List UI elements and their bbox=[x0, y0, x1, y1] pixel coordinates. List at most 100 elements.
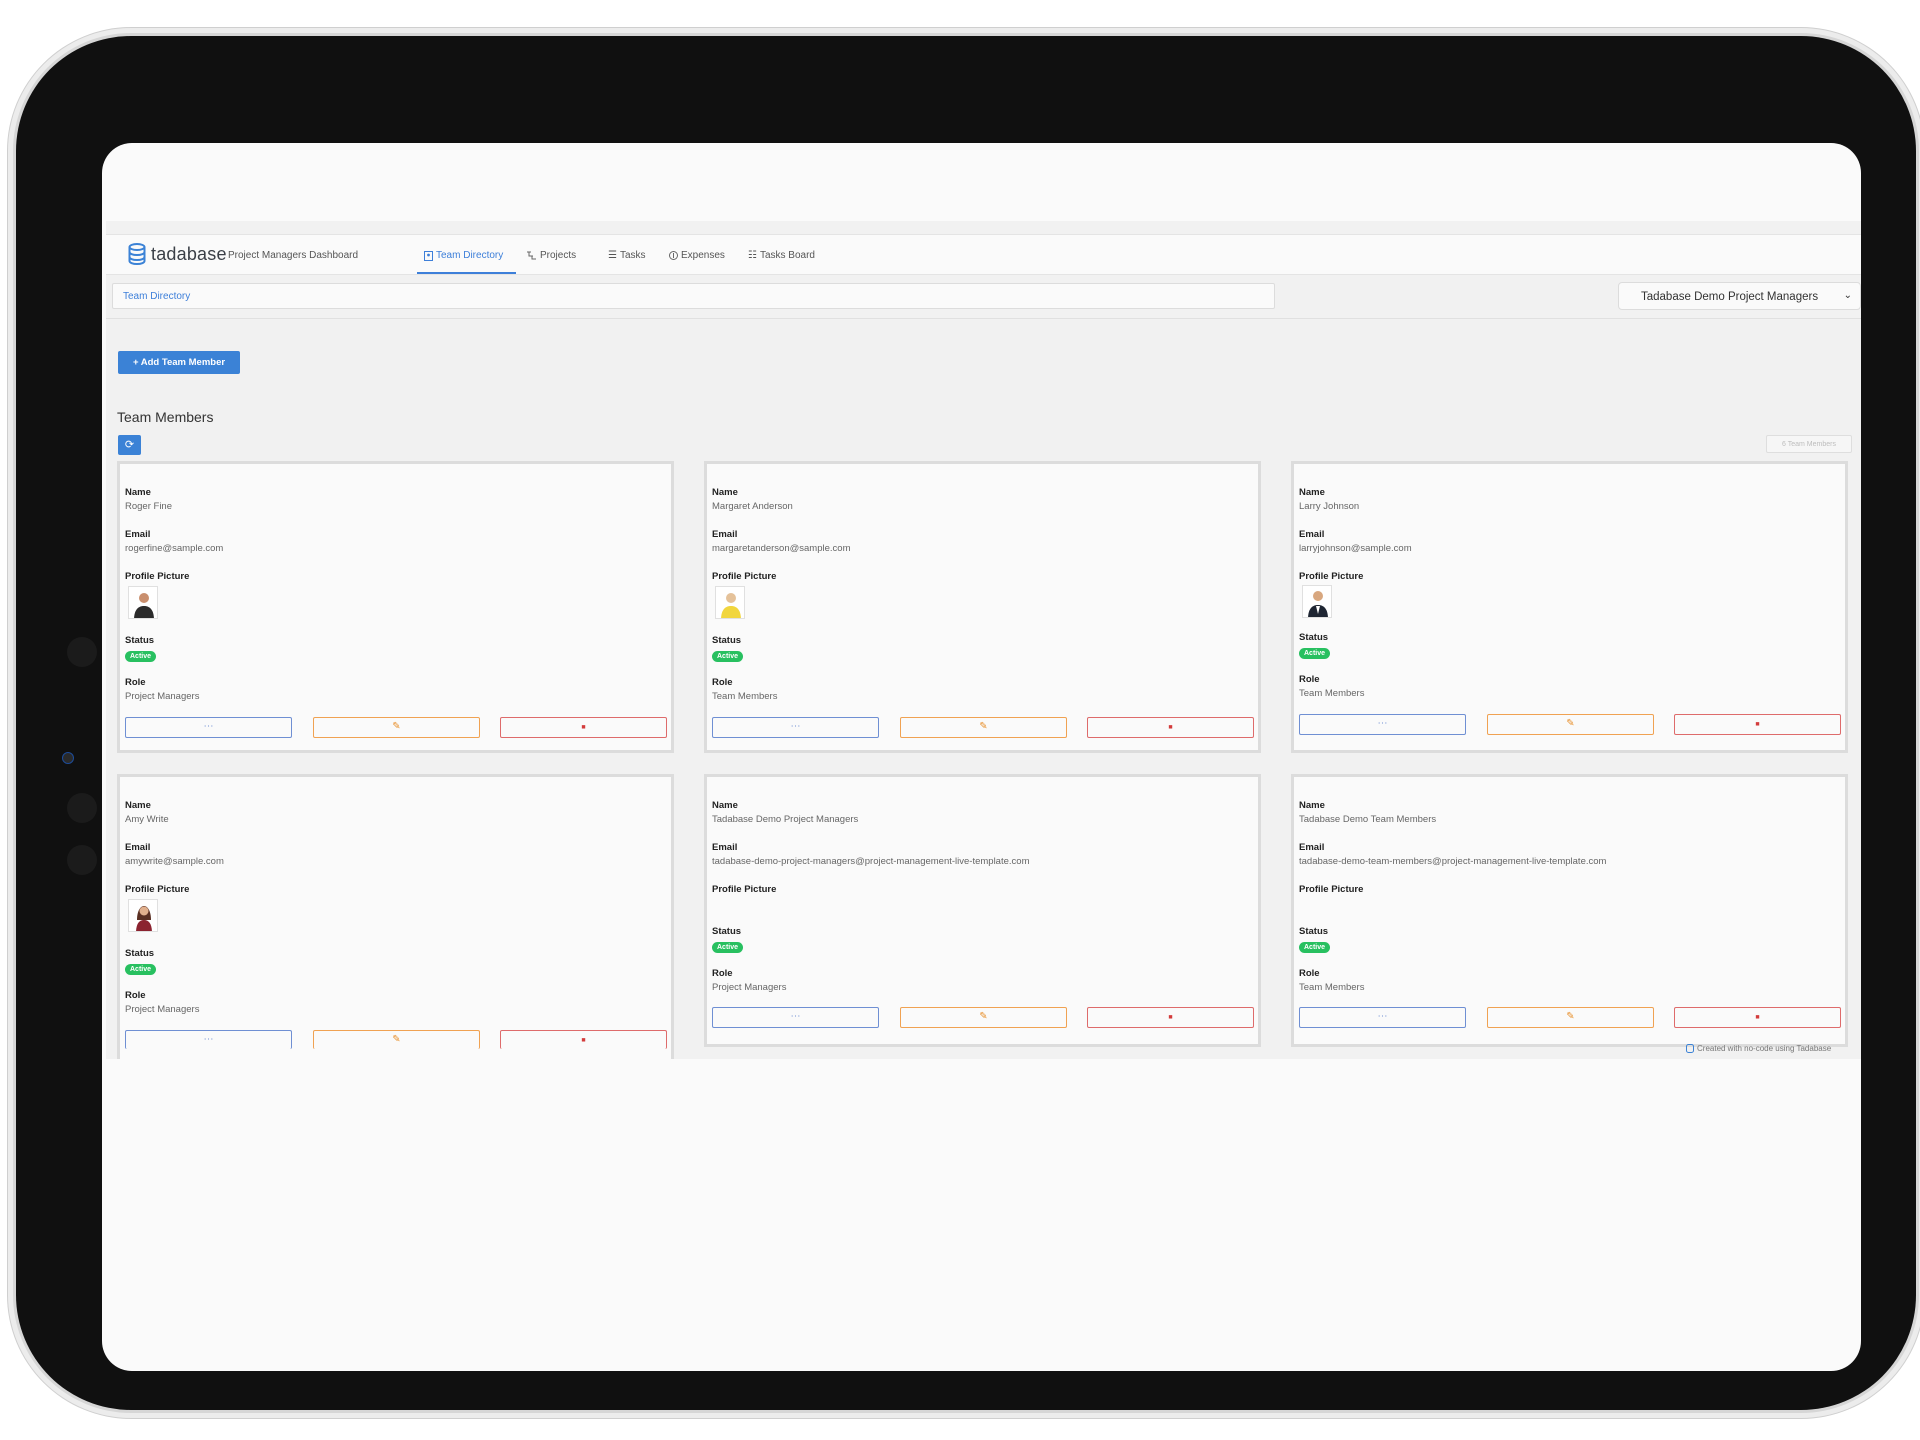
profile-picture-label: Profile Picture bbox=[1299, 884, 1364, 895]
tablet-frame: tadabase Project Managers Dashboard Team… bbox=[16, 36, 1916, 1410]
team-member-card: Name Margaret Anderson Email margaretand… bbox=[704, 461, 1261, 753]
app-container: tadabase Project Managers Dashboard Team… bbox=[106, 221, 1861, 1059]
view-details-icon: ⋯ bbox=[1377, 718, 1388, 729]
email-value[interactable]: tadabase-demo-project-managers@project-m… bbox=[712, 856, 1029, 867]
delete-button[interactable]: ■ bbox=[500, 717, 667, 738]
trash-icon: ■ bbox=[1168, 724, 1173, 731]
role-select[interactable]: Tadabase Demo Project Managers ⌄ bbox=[1618, 282, 1861, 310]
view-details-button[interactable]: ⋯ bbox=[1299, 714, 1466, 735]
delete-button[interactable]: ■ bbox=[1674, 714, 1841, 735]
name-label: Name bbox=[1299, 800, 1325, 811]
name-label: Name bbox=[125, 800, 151, 811]
logo[interactable]: tadabase bbox=[128, 243, 227, 265]
status-label: Status bbox=[125, 635, 155, 646]
tablet-screen: tadabase Project Managers Dashboard Team… bbox=[102, 143, 1861, 1371]
email-value[interactable]: margaretanderson@sample.com bbox=[712, 543, 850, 554]
chevron-down-icon: ⌄ bbox=[1843, 290, 1852, 301]
pencil-icon: ✎ bbox=[392, 721, 401, 732]
nav-item-label: Projects bbox=[540, 250, 577, 261]
list-icon: ☰ bbox=[608, 250, 617, 261]
view-details-button[interactable]: ⋯ bbox=[712, 1007, 879, 1028]
person-avatar-icon bbox=[721, 593, 741, 618]
email-label: Email bbox=[712, 529, 738, 540]
person-avatar-icon bbox=[1308, 591, 1328, 617]
nav-item-projects[interactable]: Projects bbox=[526, 250, 576, 261]
view-details-button[interactable]: ⋯ bbox=[125, 717, 292, 738]
refresh-button[interactable]: ⟳ bbox=[118, 435, 141, 455]
name-label: Name bbox=[712, 487, 738, 498]
nav-item-expenses[interactable]: Expenses bbox=[669, 250, 725, 261]
nav-item-tasks-board[interactable]: ☷ Tasks Board bbox=[748, 250, 815, 261]
logo-text: tadabase bbox=[151, 243, 227, 264]
team-member-card: Name Roger Fine Email rogerfine@sample.c… bbox=[117, 461, 674, 753]
edit-button[interactable]: ✎ bbox=[900, 1007, 1067, 1028]
email-value[interactable]: tadabase-demo-team-members@project-manag… bbox=[1299, 856, 1606, 867]
view-details-button[interactable]: ⋯ bbox=[125, 1030, 292, 1049]
email-value[interactable]: rogerfine@sample.com bbox=[125, 543, 223, 554]
name-value: Tadabase Demo Team Members bbox=[1299, 814, 1437, 825]
refresh-icon: ⟳ bbox=[124, 439, 135, 451]
power-button bbox=[10, 140, 15, 228]
name-value: Roger Fine bbox=[125, 501, 172, 512]
volume-up-button bbox=[162, 30, 240, 35]
tadabase-logo-icon bbox=[128, 243, 146, 265]
role-value: Team Members bbox=[712, 691, 778, 702]
edit-button[interactable]: ✎ bbox=[900, 717, 1067, 738]
email-value[interactable]: amywrite@sample.com bbox=[125, 856, 224, 867]
status-label: Status bbox=[125, 948, 155, 959]
nav-item-tasks[interactable]: ☰ Tasks bbox=[608, 250, 646, 261]
role-value: Team Members bbox=[1299, 688, 1365, 699]
status-badge: Active bbox=[1299, 942, 1331, 953]
role-label: Role bbox=[712, 677, 733, 688]
footer-credit[interactable]: Created with no-code using Tadabase bbox=[1686, 1044, 1831, 1053]
status-label: Status bbox=[1299, 632, 1329, 643]
email-label: Email bbox=[125, 529, 151, 540]
avatar[interactable] bbox=[128, 899, 158, 932]
delete-button[interactable]: ■ bbox=[1087, 1007, 1254, 1028]
status-badge: Active bbox=[712, 942, 744, 953]
status-badge: Active bbox=[125, 651, 157, 662]
nav-item-label: Team Directory bbox=[436, 250, 504, 261]
role-value: Project Managers bbox=[125, 1004, 200, 1015]
name-label: Name bbox=[1299, 487, 1325, 498]
pencil-icon: ✎ bbox=[1566, 718, 1575, 729]
active-tab-indicator bbox=[417, 272, 516, 274]
name-label: Name bbox=[125, 487, 151, 498]
name-label: Name bbox=[712, 800, 738, 811]
view-details-icon: ⋯ bbox=[1377, 1011, 1388, 1022]
email-label: Email bbox=[125, 842, 151, 853]
team-member-card: Name Larry Johnson Email larryjohnson@sa… bbox=[1291, 461, 1848, 753]
edit-button[interactable]: ✎ bbox=[313, 1030, 480, 1049]
edit-button[interactable]: ✎ bbox=[1487, 1007, 1654, 1028]
view-details-icon: ⋯ bbox=[203, 721, 214, 732]
board-icon: ☷ bbox=[748, 250, 757, 261]
status-badge: Active bbox=[712, 651, 744, 662]
view-details-button[interactable]: ⋯ bbox=[712, 717, 879, 738]
directory-icon bbox=[424, 250, 433, 261]
avatar[interactable] bbox=[715, 586, 745, 619]
tablet-camera bbox=[63, 753, 73, 763]
edit-button[interactable]: ✎ bbox=[1487, 714, 1654, 735]
delete-button[interactable]: ■ bbox=[500, 1030, 667, 1049]
avatar[interactable] bbox=[128, 586, 158, 619]
delete-button[interactable]: ■ bbox=[1674, 1007, 1841, 1028]
avatar[interactable] bbox=[1302, 585, 1332, 618]
nav-item-team-directory[interactable]: Team Directory bbox=[424, 250, 503, 261]
profile-picture-label: Profile Picture bbox=[125, 571, 190, 582]
edit-button[interactable]: ✎ bbox=[313, 717, 480, 738]
email-value[interactable]: larryjohnson@sample.com bbox=[1299, 543, 1412, 554]
nav-item-project-managers-dashboard[interactable]: Project Managers Dashboard bbox=[228, 250, 358, 261]
email-label: Email bbox=[1299, 529, 1325, 540]
breadcrumb-link[interactable]: Team Directory bbox=[123, 291, 190, 302]
trash-icon: ■ bbox=[581, 1037, 586, 1044]
view-details-button[interactable]: ⋯ bbox=[1299, 1007, 1466, 1028]
top-navigation: tadabase Project Managers Dashboard Team… bbox=[106, 234, 1861, 275]
role-value: Project Managers bbox=[125, 691, 200, 702]
add-team-member-button[interactable]: + Add Team Member bbox=[118, 351, 240, 374]
role-label: Role bbox=[1299, 968, 1320, 979]
profile-picture-label: Profile Picture bbox=[1299, 571, 1364, 582]
nav-item-label: Tasks bbox=[619, 250, 646, 261]
divider bbox=[106, 318, 1861, 319]
delete-button[interactable]: ■ bbox=[1087, 717, 1254, 738]
view-details-icon: ⋯ bbox=[203, 1034, 214, 1045]
